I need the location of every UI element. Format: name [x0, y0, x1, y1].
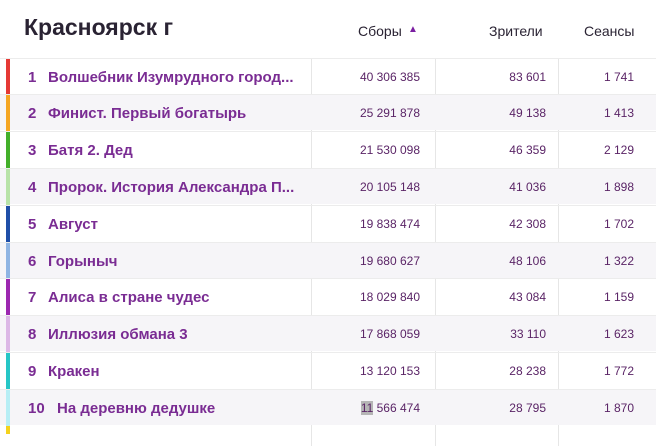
color-marker: [6, 132, 10, 168]
table-row[interactable]: 7 Алиса в стране чудес 18 029 840 43 084…: [0, 278, 656, 315]
seansy-value: 1 772: [603, 364, 634, 378]
sbory-value: 19 838 474: [359, 217, 420, 231]
rank: 3: [28, 142, 37, 159]
sbory-value: 25 291 878: [359, 106, 420, 120]
zriteli-value: 42 308: [509, 217, 546, 231]
seansy-value: 1 898: [603, 180, 634, 194]
column-header-zriteli[interactable]: Зрители: [489, 23, 543, 39]
movie-title[interactable]: Пророк. История Александра П...: [48, 179, 294, 196]
table-row[interactable]: 8 Иллюзия обмана 3 17 868 059 33 110 1 6…: [0, 315, 656, 352]
seansy-value: 1 870: [603, 401, 634, 415]
color-marker: [6, 316, 10, 352]
movie-title[interactable]: Финист. Первый богатырь: [48, 105, 246, 122]
movie-title[interactable]: Батя 2. Дед: [48, 142, 133, 159]
movie-title[interactable]: Август: [48, 216, 98, 233]
column-header-seansy[interactable]: Сеансы: [584, 23, 634, 39]
city-title: Красноярск г: [24, 14, 174, 40]
seansy-value: 1 741: [603, 70, 634, 84]
color-marker: [6, 169, 10, 205]
color-marker: [6, 59, 10, 95]
table-row[interactable]: 4 Пророк. История Александра П... 20 105…: [0, 168, 656, 205]
table-row[interactable]: 3 Батя 2. Дед 21 530 098 46 359 2 129: [0, 131, 656, 168]
column-header-sbory[interactable]: Сборы: [358, 23, 402, 39]
color-marker: [6, 243, 10, 279]
table-row[interactable]: 2 Финист. Первый богатырь 25 291 878 49 …: [0, 94, 656, 131]
sbory-value: 11 566 474: [320, 401, 420, 415]
color-marker: [6, 95, 10, 131]
table-row[interactable]: 1 Волшебник Изумрудного город... 40 306 …: [0, 58, 656, 95]
zriteli-value: 28 238: [509, 364, 546, 378]
table-row[interactable]: 9 Кракен 13 120 153 28 238 1 772: [0, 352, 656, 389]
zriteli-value: 28 795: [509, 401, 546, 415]
seansy-value: 1 159: [603, 290, 634, 304]
table-row[interactable]: 5 Август 19 838 474 42 308 1 702: [0, 205, 656, 242]
seansy-value: 2 129: [603, 143, 634, 157]
rank: 10: [28, 400, 45, 417]
sort-ascending-icon[interactable]: ▲: [408, 24, 418, 35]
table-header: Красноярск г Сборы ▲ Зрители Сеансы: [0, 0, 656, 58]
sbory-value-rest: 566 474: [373, 401, 420, 415]
rank: 4: [28, 179, 37, 196]
color-marker: [6, 279, 10, 315]
color-marker: [6, 353, 10, 389]
zriteli-value: 43 084: [509, 290, 546, 304]
movie-title[interactable]: На деревню дедушке: [57, 400, 215, 417]
rank: 9: [28, 363, 37, 380]
box-office-table: Красноярск г Сборы ▲ Зрители Сеансы 1 Во…: [0, 0, 656, 446]
table-row[interactable]: 6 Горыныч 19 680 627 48 106 1 322: [0, 242, 656, 279]
seansy-value: 1 413: [603, 106, 634, 120]
seansy-value: 1 322: [603, 254, 634, 268]
zriteli-value: 83 601: [509, 70, 546, 84]
text-selection-highlight: 11: [360, 401, 374, 415]
sbory-value: 13 120 153: [359, 364, 420, 378]
seansy-value: 1 702: [603, 217, 634, 231]
sbory-value: 17 868 059: [359, 327, 420, 341]
sbory-value: 21 530 098: [359, 143, 420, 157]
rank: 1: [28, 69, 37, 86]
movie-title[interactable]: Кракен: [48, 363, 100, 380]
zriteli-value: 49 138: [509, 106, 546, 120]
seansy-value: 1 623: [603, 327, 634, 341]
color-marker: [6, 206, 10, 242]
movie-title[interactable]: Иллюзия обмана 3: [48, 326, 188, 343]
rank: 2: [28, 105, 37, 122]
sbory-value: 40 306 385: [359, 70, 420, 84]
zriteli-value: 33 110: [510, 327, 546, 341]
rank: 6: [28, 253, 37, 270]
rank: 7: [28, 289, 37, 306]
color-marker: [6, 390, 10, 426]
zriteli-value: 41 036: [509, 180, 546, 194]
movie-title[interactable]: Алиса в стране чудес: [48, 289, 209, 306]
movie-title[interactable]: Горыныч: [48, 253, 117, 270]
sbory-value: 20 105 148: [359, 180, 420, 194]
sbory-value: 19 680 627: [359, 254, 420, 268]
sbory-value: 18 029 840: [359, 290, 420, 304]
rank: 8: [28, 326, 37, 343]
zriteli-value: 46 359: [509, 143, 546, 157]
zriteli-value: 48 106: [509, 254, 546, 268]
color-marker: [6, 426, 10, 434]
table-row[interactable]: 10 На деревню дедушке 11 566 474 28 795 …: [0, 389, 656, 426]
rank: 5: [28, 216, 37, 233]
movie-title[interactable]: Волшебник Изумрудного город...: [48, 69, 294, 86]
